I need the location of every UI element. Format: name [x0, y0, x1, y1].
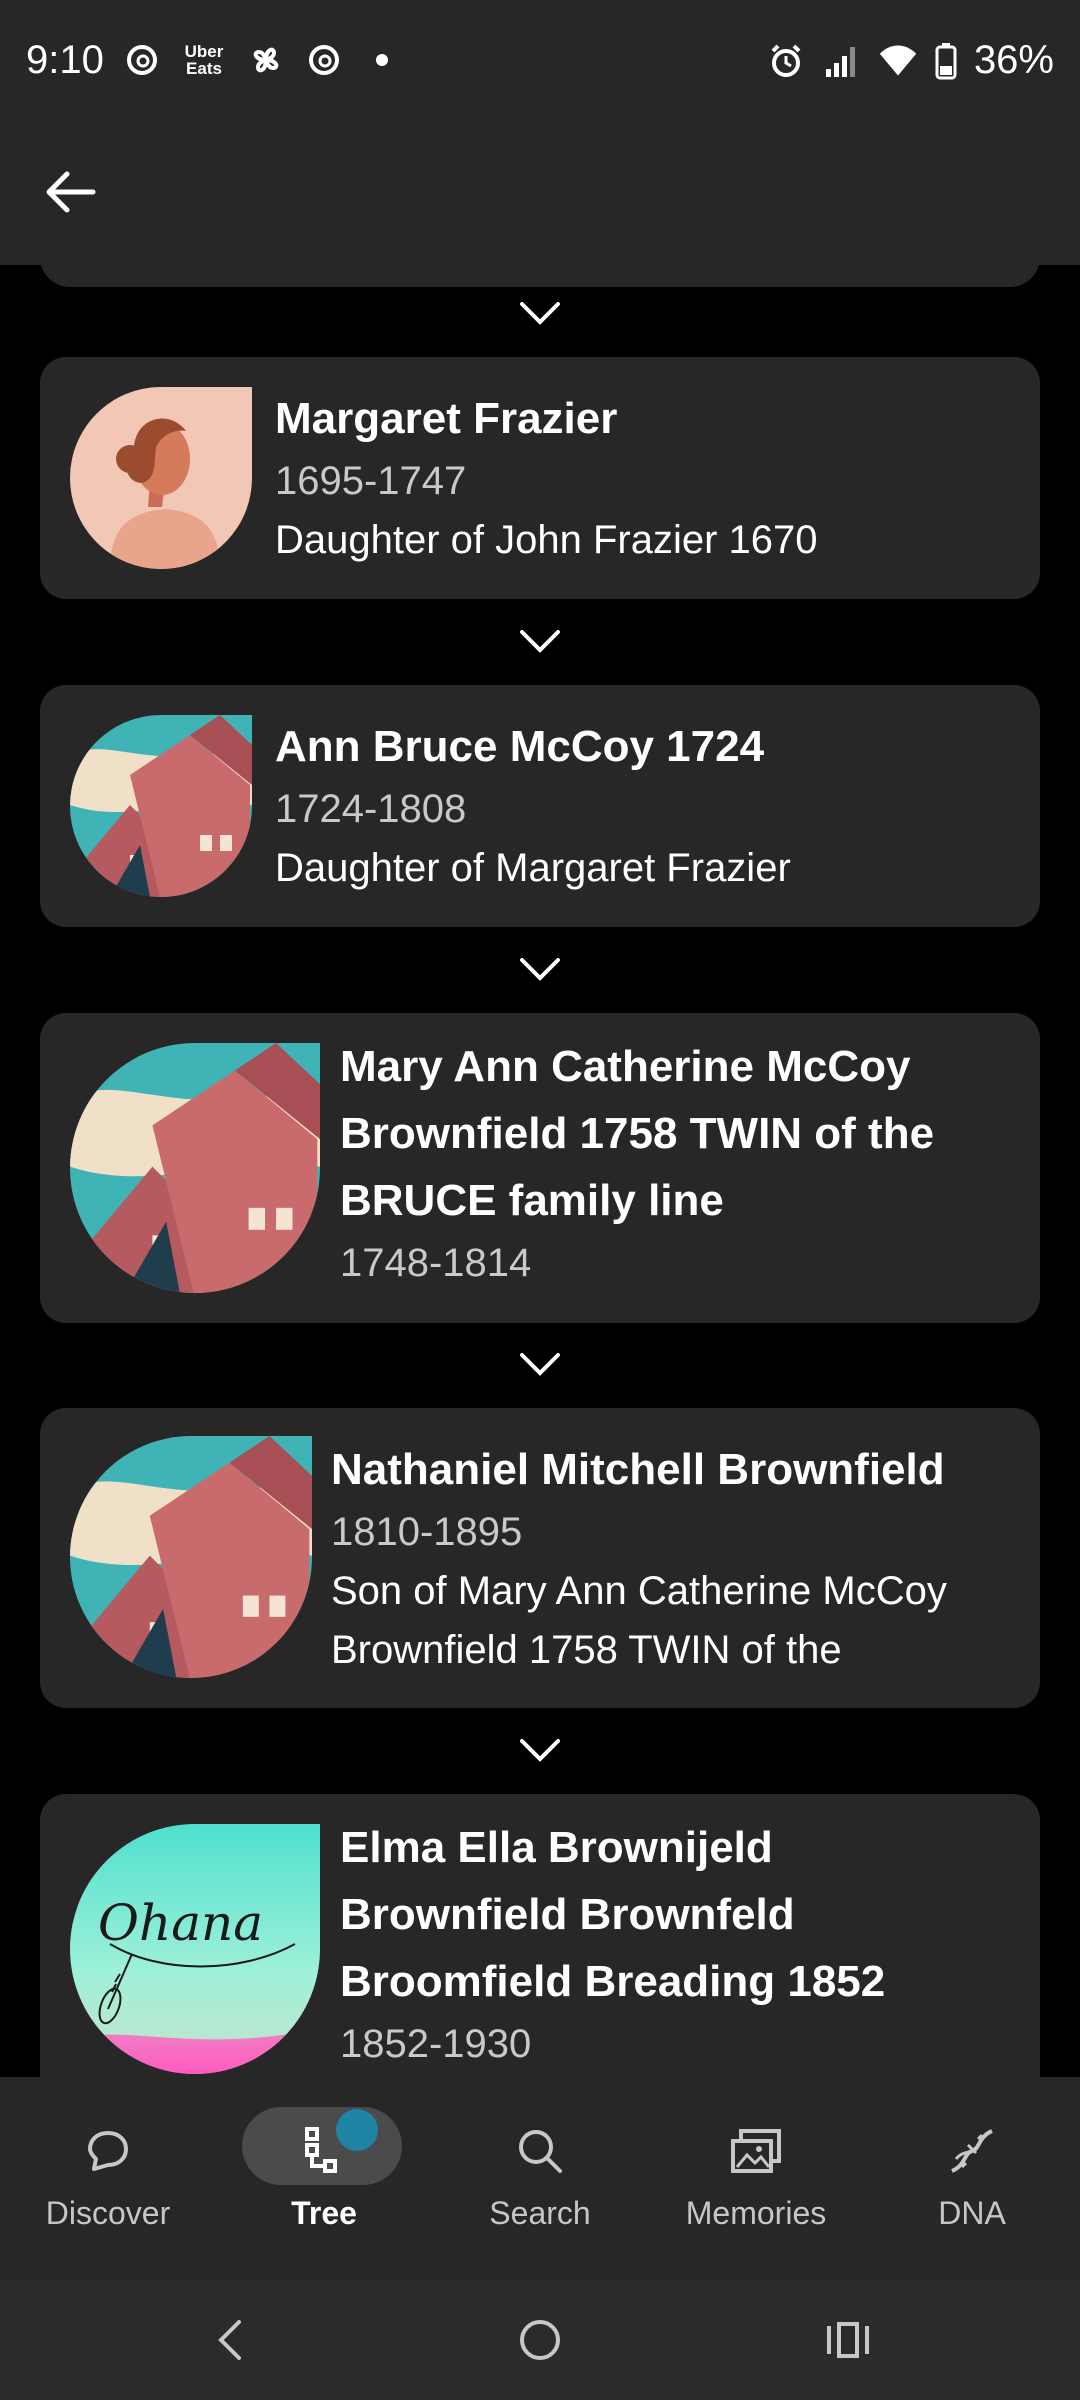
chevron-down-icon — [510, 294, 570, 334]
person-card[interactable]: Ann Bruce McCoy 1724 1724-1808 Daughter … — [40, 685, 1040, 927]
nav-discover[interactable]: Discover — [0, 2077, 216, 2280]
chevron-left-icon — [218, 2320, 241, 2360]
chevron-down-icon — [510, 1731, 570, 1771]
signal-icon — [822, 41, 862, 81]
person-card[interactable]: Mary Ann Catherine McCoy Brownfield 1758… — [40, 1013, 1040, 1323]
battery-icon — [934, 41, 958, 81]
system-back-button[interactable] — [200, 2310, 260, 2370]
chevron-down-icon — [510, 950, 570, 990]
person-dates: 1852-1930 — [340, 2022, 532, 2066]
system-navigation-bar — [0, 2280, 1080, 2400]
person-dates: 1695-1747 — [275, 459, 467, 503]
system-home-button[interactable] — [510, 2310, 570, 2370]
notification-icons: Uber Eats — [122, 40, 402, 80]
person-relation: Daughter of John Frazier 1670 — [275, 518, 818, 562]
person-name: Nathaniel Mitchell Brownfield — [331, 1445, 945, 1494]
avatar — [70, 715, 252, 897]
tree-icon — [292, 2119, 356, 2183]
threads-icon — [122, 40, 162, 80]
avatar — [70, 1043, 320, 1293]
person-card[interactable]: Nathaniel Mitchell Brownfield 1810-1895 … — [40, 1408, 1040, 1708]
status-time: 9:10 — [26, 38, 104, 82]
dot-icon — [362, 40, 402, 80]
house-photo-icon — [70, 1043, 320, 1293]
house-photo-icon — [70, 1436, 312, 1678]
person-name: Mary Ann Catherine McCoy Brownfield 1758… — [340, 1042, 935, 1225]
nav-memories[interactable]: Memories — [648, 2077, 864, 2280]
app-header — [0, 125, 1080, 265]
avatar: Ohana — [70, 1824, 320, 2074]
person-name: Ann Bruce McCoy 1724 — [275, 722, 765, 771]
chevron-down-icon — [510, 1345, 570, 1385]
status-bar: 9:10 Uber Eats 36% — [0, 0, 1080, 125]
uber-eats-icon: Uber Eats — [184, 42, 224, 78]
nav-label: Memories — [685, 2195, 827, 2231]
nav-search[interactable]: Search — [432, 2077, 648, 2280]
woman-silhouette-icon — [110, 418, 220, 569]
house-photo-icon — [70, 715, 252, 897]
nav-label: Search — [489, 2195, 591, 2231]
person-dates: 1810-1895 — [331, 1510, 523, 1554]
pinwheel-icon — [246, 40, 286, 80]
person-card[interactable]: Ohana Elma Ella Brownijeld Brownfield Br… — [40, 1794, 1040, 2077]
nav-dna[interactable]: DNA — [864, 2077, 1080, 2280]
recents-icon — [827, 2322, 869, 2358]
alarm-icon — [766, 41, 806, 81]
arrow-left-icon — [46, 171, 96, 213]
ohana-text: Ohana — [98, 1894, 264, 1952]
search-icon — [508, 2119, 572, 2183]
home-circle-icon — [520, 2320, 560, 2360]
person-card[interactable]: Margaret Frazier 1695-1747 Daughter of J… — [40, 357, 1040, 599]
threads-icon — [304, 40, 344, 80]
nav-tree[interactable]: Tree — [216, 2077, 432, 2280]
nav-label: DNA — [938, 2195, 1006, 2231]
battery-percent: 36% — [973, 38, 1054, 82]
discover-icon — [76, 2119, 140, 2183]
person-dates: 1724-1808 — [275, 787, 467, 831]
system-icons: 36% — [766, 38, 1054, 83]
person-relation: Daughter of Margaret Frazier — [275, 846, 791, 890]
person-name: Margaret Frazier — [275, 394, 618, 443]
bottom-navigation: Discover Tree Search Memories DNA — [0, 2077, 1080, 2280]
nav-label: Tree — [291, 2195, 357, 2231]
nav-label: Discover — [45, 2195, 171, 2231]
chevron-down-icon — [510, 622, 570, 662]
dna-icon — [940, 2119, 1004, 2183]
person-name: Elma Ella Brownijeld Brownfield Brownfel… — [340, 1823, 886, 2006]
avatar — [70, 1436, 312, 1678]
person-dates: 1748-1814 — [340, 1241, 532, 1285]
back-button[interactable] — [36, 157, 106, 227]
person-relation: Son of Mary Ann Catherine McCoy Brownfie… — [331, 1569, 947, 1672]
system-recents-button[interactable] — [818, 2310, 878, 2370]
wifi-icon — [878, 41, 918, 81]
previous-card-edge[interactable] — [40, 265, 1040, 287]
memories-icon — [724, 2119, 788, 2183]
ancestor-list[interactable]: Margaret Frazier 1695-1747 Daughter of J… — [0, 265, 1080, 2077]
avatar — [70, 387, 252, 569]
